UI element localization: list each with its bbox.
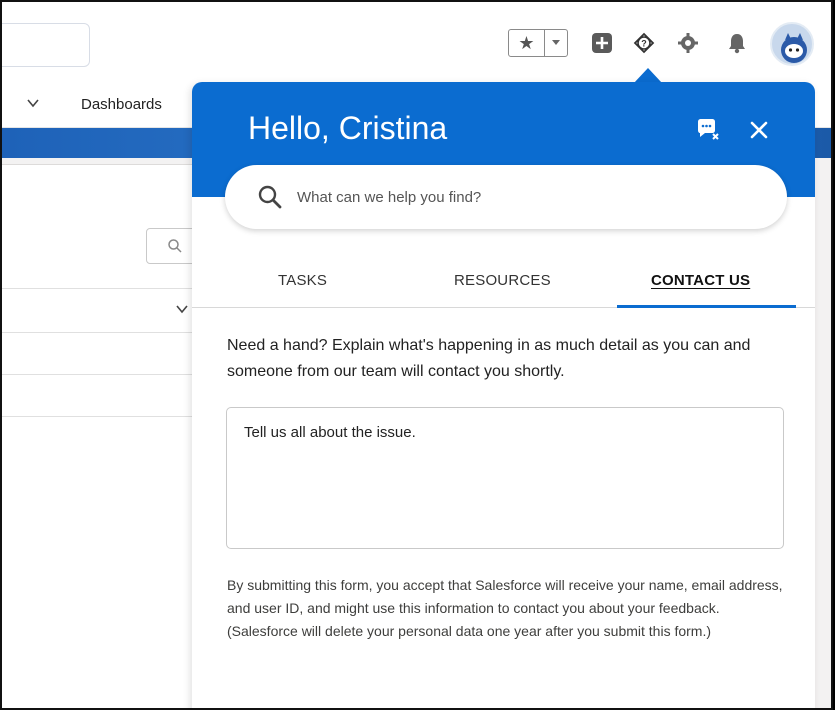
tab-contact-us[interactable]: CONTACT US [651,272,750,289]
favorites-group: ★ [508,29,568,57]
nav-item-dashboards[interactable]: Dashboards [81,96,162,113]
table-row [2,374,202,375]
help-search-input[interactable]: What can we help you find? [225,165,787,229]
issue-description-textarea[interactable]: Tell us all about the issue. [226,407,784,549]
active-tab-indicator [617,305,796,308]
search-icon [258,185,282,209]
tab-resources[interactable]: RESOURCES [454,272,551,289]
avatar[interactable] [770,22,814,66]
global-header: ★ ? [2,2,831,82]
help-panel: Hello, Cristina What can we help you fin… [192,82,815,708]
caret-down-icon[interactable] [545,30,567,56]
table-row [2,332,202,333]
panel-greeting: Hello, Cristina [248,110,448,146]
contact-intro-text: Need a hand? Explain what's happening in… [227,337,751,380]
issue-description-placeholder: Tell us all about the issue. [244,424,416,441]
bell-icon[interactable] [724,30,750,56]
help-search-placeholder: What can we help you find? [297,188,482,206]
star-icon[interactable]: ★ [509,30,545,56]
help-icon[interactable]: ? [631,30,657,56]
tab-tasks[interactable]: TASKS [278,272,327,289]
table-divider [2,288,202,289]
chevron-down-icon[interactable] [26,96,40,115]
gear-icon[interactable] [675,30,701,56]
close-icon[interactable] [745,116,773,144]
privacy-disclaimer: By submitting this form, you accept that… [227,577,783,639]
panel-pointer [634,68,662,83]
global-search-input[interactable] [2,23,90,67]
plus-icon[interactable] [589,30,615,56]
table-row [2,416,202,417]
chat-icon[interactable] [694,116,722,144]
search-icon [168,239,182,253]
app-window: ★ ? Dashboards Hello, Cristina What can … [0,0,833,710]
svg-text:?: ? [641,39,647,49]
help-tabs: TASKS RESOURCES CONTACT US [192,262,815,308]
chevron-down-icon[interactable] [175,302,189,321]
